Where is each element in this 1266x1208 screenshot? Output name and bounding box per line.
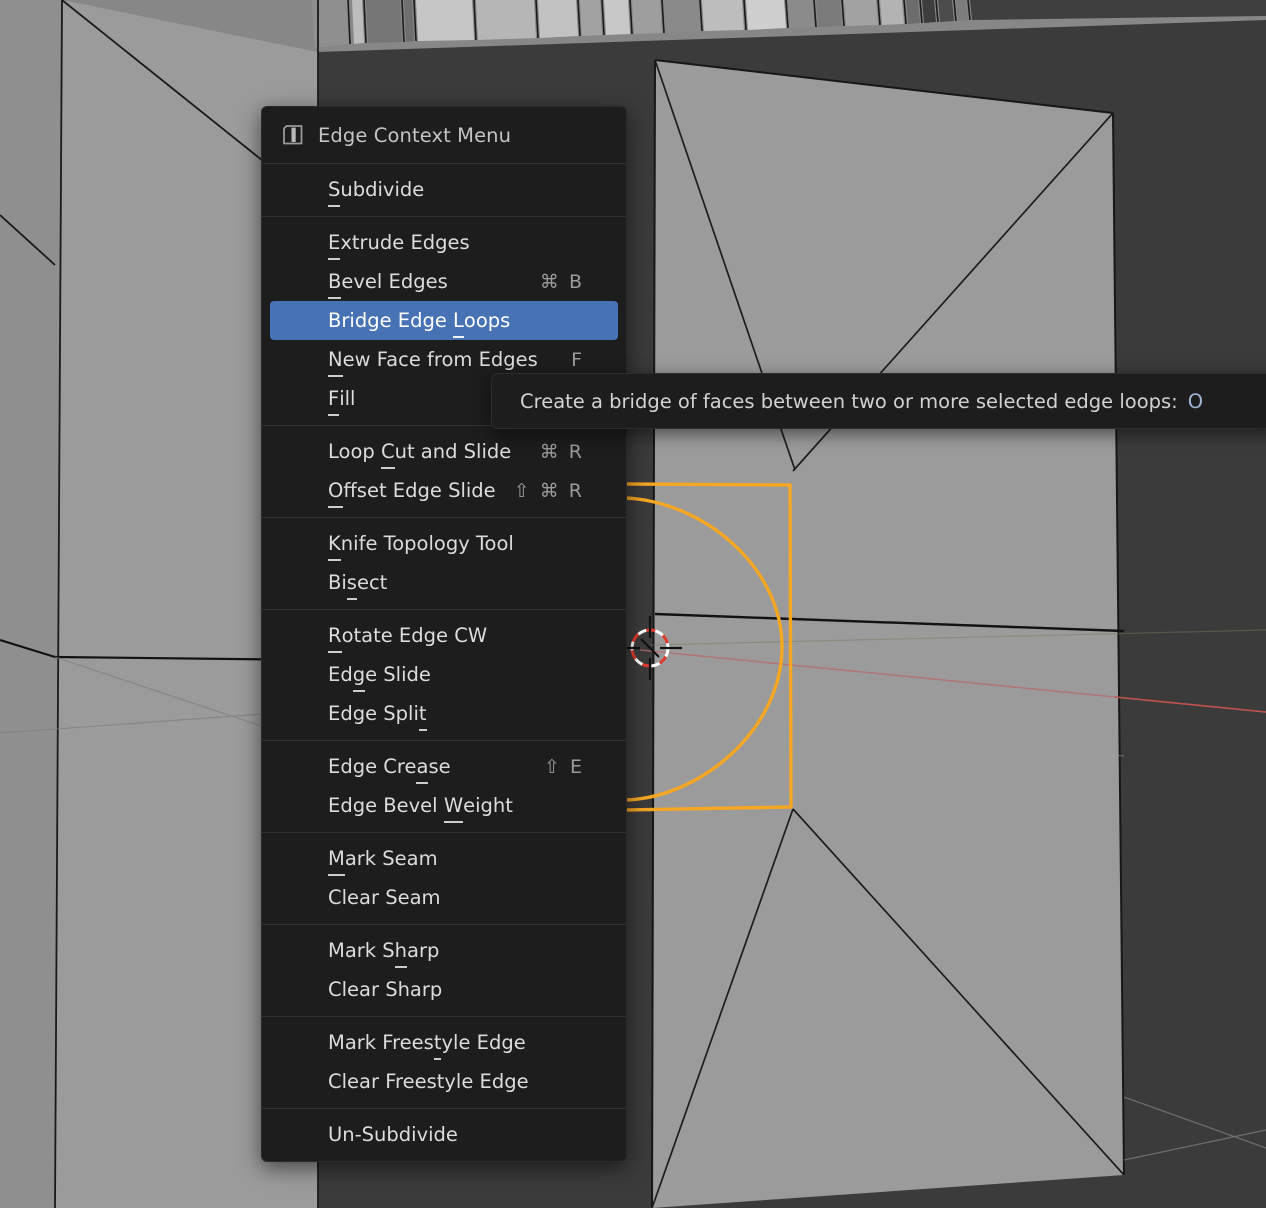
context-menu-title: Edge Context Menu bbox=[318, 123, 512, 147]
menu-item-label: Clear Sharp bbox=[328, 978, 443, 1001]
edge-select-mode-icon bbox=[280, 122, 306, 148]
edge-context-menu[interactable]: Edge Context Menu Subdivide Extrude Edges… bbox=[261, 106, 627, 1162]
menu-item-label: Edge Slide bbox=[328, 663, 431, 686]
menu-item-label: Extrude Edges bbox=[328, 231, 470, 254]
menu-item-shortcut: ⌘ R bbox=[539, 440, 584, 463]
menu-item-offset-edge-slide[interactable]: Offset Edge Slide ⇧ ⌘ R bbox=[270, 471, 618, 510]
context-menu-header: Edge Context Menu bbox=[262, 107, 626, 164]
menu-item-label: Un-Subdivide bbox=[328, 1123, 458, 1146]
menu-item-label: Mark Seam bbox=[328, 847, 438, 870]
menu-section: Edge Crease ⇧ E Edge Bevel Weight bbox=[262, 740, 626, 832]
menu-item-clear-sharp[interactable]: Clear Sharp bbox=[270, 970, 618, 1009]
menu-item-edge-bevel-weight[interactable]: Edge Bevel Weight bbox=[270, 786, 618, 825]
tooltip-value: O bbox=[1187, 389, 1204, 413]
menu-item-label: Rotate Edge CW bbox=[328, 624, 488, 647]
menu-item-label: Mark Freestyle Edge bbox=[328, 1031, 526, 1054]
menu-item-loop-cut-and-slide[interactable]: Loop Cut and Slide ⌘ R bbox=[270, 432, 618, 471]
context-menu-body: Subdivide Extrude Edges Bevel Edges ⌘ B Brid… bbox=[262, 164, 626, 1161]
menu-item-mark-freestyle-edge[interactable]: Mark Freestyle Edge bbox=[270, 1023, 618, 1062]
menu-section: Un-Subdivide bbox=[262, 1108, 626, 1161]
menu-item-clear-freestyle-edge[interactable]: Clear Freestyle Edge bbox=[270, 1062, 618, 1101]
menu-item-bisect[interactable]: Bisect bbox=[270, 563, 618, 602]
menu-item-label: Knife Topology Tool bbox=[328, 532, 514, 555]
menu-section: Mark Sharp Clear Sharp bbox=[262, 924, 626, 1016]
3d-viewport[interactable] bbox=[0, 0, 1266, 1208]
menu-item-shortcut: ⇧ ⌘ R bbox=[513, 479, 584, 502]
menu-item-label: Offset Edge Slide bbox=[328, 479, 496, 502]
menu-item-clear-seam[interactable]: Clear Seam bbox=[270, 878, 618, 917]
menu-item-label: Clear Seam bbox=[328, 886, 441, 909]
tooltip-text: Create a bridge of faces between two or … bbox=[520, 389, 1178, 413]
menu-item-label: Fill bbox=[328, 387, 356, 410]
menu-item-knife-topology-tool[interactable]: Knife Topology Tool bbox=[270, 524, 618, 563]
menu-section: Rotate Edge CW Edge Slide Edge Split bbox=[262, 609, 626, 740]
mesh-face-left-far bbox=[0, 0, 62, 1208]
menu-item-bevel-edges[interactable]: Bevel Edges ⌘ B bbox=[270, 262, 618, 301]
menu-item-extrude-edges[interactable]: Extrude Edges bbox=[270, 223, 618, 262]
menu-item-label: Edge Crease bbox=[328, 755, 451, 778]
menu-item-shortcut: ⌘ B bbox=[539, 270, 584, 293]
menu-item-label: Mark Sharp bbox=[328, 939, 440, 962]
menu-section: Mark Seam Clear Seam bbox=[262, 832, 626, 924]
menu-item-mark-sharp[interactable]: Mark Sharp bbox=[270, 931, 618, 970]
menu-item-edge-crease[interactable]: Edge Crease ⇧ E bbox=[270, 747, 618, 786]
menu-section: Mark Freestyle Edge Clear Freestyle Edge bbox=[262, 1016, 626, 1108]
menu-item-shortcut: ⇧ E bbox=[544, 755, 584, 778]
menu-item-label: Loop Cut and Slide bbox=[328, 440, 512, 463]
menu-item-subdivide[interactable]: Subdivide bbox=[270, 170, 618, 209]
menu-item-label: Edge Bevel Weight bbox=[328, 794, 513, 817]
menu-item-label: Subdivide bbox=[328, 178, 425, 201]
menu-item-label: Bridge Edge Loops bbox=[328, 309, 511, 332]
menu-item-rotate-edge-cw[interactable]: Rotate Edge CW bbox=[270, 616, 618, 655]
menu-item-bridge-edge-loops[interactable]: Bridge Edge Loops bbox=[270, 301, 618, 340]
menu-section: Knife Topology Tool Bisect bbox=[262, 517, 626, 609]
tooltip: Create a bridge of faces between two or … bbox=[491, 373, 1266, 429]
mesh-face-right-wall bbox=[652, 60, 1124, 1208]
menu-section: Loop Cut and Slide ⌘ R Offset Edge Slide ⇧ … bbox=[262, 425, 626, 517]
menu-section: Subdivide bbox=[262, 164, 626, 216]
menu-item-mark-seam[interactable]: Mark Seam bbox=[270, 839, 618, 878]
menu-item-label: Bevel Edges bbox=[328, 270, 448, 293]
viewport-scene bbox=[0, 0, 1266, 1208]
menu-item-label: Clear Freestyle Edge bbox=[328, 1070, 529, 1093]
menu-item-shortcut: F bbox=[571, 348, 584, 371]
menu-item-label: Edge Split bbox=[328, 702, 427, 725]
menu-item-un-subdivide[interactable]: Un-Subdivide bbox=[270, 1115, 618, 1154]
menu-item-edge-slide[interactable]: Edge Slide bbox=[270, 655, 618, 694]
menu-item-label: New Face from Edges bbox=[328, 348, 538, 371]
menu-item-label: Bisect bbox=[328, 571, 388, 594]
menu-item-edge-split[interactable]: Edge Split bbox=[270, 694, 618, 733]
